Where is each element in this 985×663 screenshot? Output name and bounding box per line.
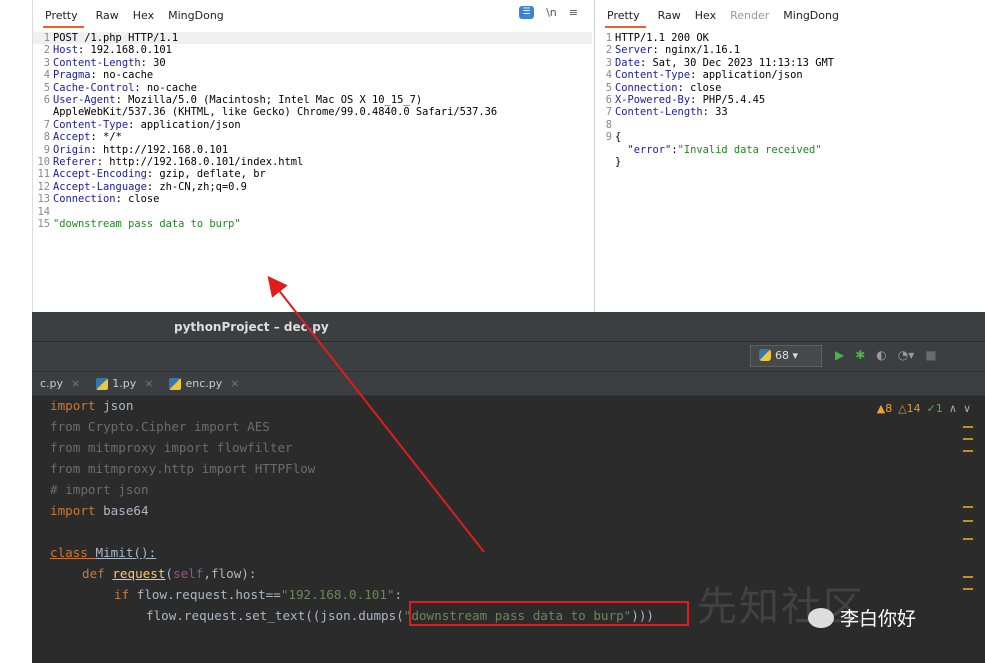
- annotation-arrow: [267, 275, 485, 553]
